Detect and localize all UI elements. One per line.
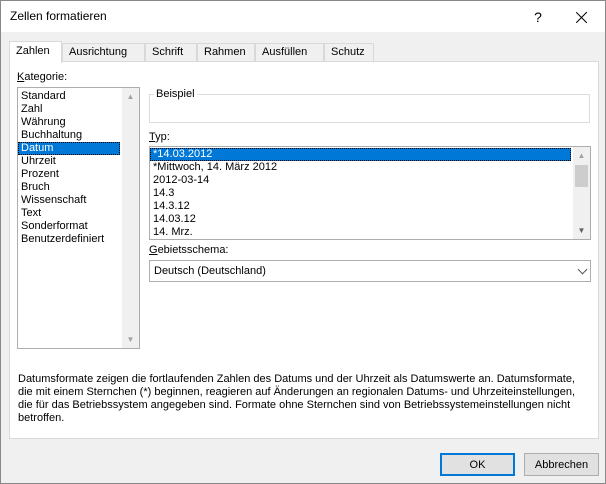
- list-item[interactable]: 14.3.12: [150, 200, 590, 213]
- typ-label: Typ:: [149, 131, 170, 143]
- list-item[interactable]: Währung: [18, 116, 139, 129]
- list-item[interactable]: Sonderformat: [18, 220, 139, 233]
- ok-button[interactable]: OK: [440, 453, 515, 476]
- format-cells-dialog: Zellen formatieren ? Zahlen Ausrichtung …: [0, 0, 606, 484]
- tab-rahmen[interactable]: Rahmen: [197, 43, 255, 62]
- cancel-button[interactable]: Abbrechen: [524, 453, 599, 476]
- list-item[interactable]: Bruch: [18, 181, 139, 194]
- tab-ausfuellen[interactable]: Ausfüllen: [255, 43, 324, 62]
- typ-scrollbar[interactable]: ▲ ▼: [573, 147, 590, 239]
- kategorie-label: Kategorie:: [17, 71, 68, 83]
- tab-panel-zahlen: Kategorie: Standard Zahl Währung Buchhal…: [9, 61, 599, 439]
- list-item[interactable]: Zahl: [18, 103, 139, 116]
- title-bar: Zellen formatieren ?: [1, 1, 605, 32]
- tab-schrift[interactable]: Schrift: [145, 43, 197, 62]
- gebietsschema-dropdown-button[interactable]: [573, 261, 590, 281]
- list-item[interactable]: Text: [18, 207, 139, 220]
- format-description: Datumsformate zeigen die fortlaufenden Z…: [18, 373, 576, 424]
- close-button[interactable]: [559, 1, 605, 32]
- list-item[interactable]: 2012-03-14: [150, 174, 590, 187]
- help-button[interactable]: ?: [515, 1, 561, 32]
- gebietsschema-label: Gebietsschema:: [149, 244, 229, 256]
- typ-list[interactable]: *14.03.2012 *Mittwoch, 14. März 2012 201…: [149, 146, 591, 240]
- list-item-selected[interactable]: Datum: [18, 142, 120, 155]
- list-item[interactable]: Uhrzeit: [18, 155, 139, 168]
- list-item-selected[interactable]: *14.03.2012: [150, 148, 571, 161]
- tab-zahlen[interactable]: Zahlen: [9, 41, 62, 63]
- list-item[interactable]: 14. Mrz.: [150, 226, 590, 239]
- list-item[interactable]: 14.3: [150, 187, 590, 200]
- scroll-down-icon[interactable]: ▼: [573, 222, 590, 239]
- list-item[interactable]: Standard: [18, 90, 139, 103]
- help-icon: ?: [534, 8, 542, 25]
- kategorie-list[interactable]: Standard Zahl Währung Buchhaltung Datum …: [17, 87, 140, 349]
- beispiel-title: Beispiel: [154, 88, 197, 100]
- scroll-up-icon[interactable]: ▲: [573, 147, 590, 164]
- gebietsschema-select[interactable]: Deutsch (Deutschland): [149, 260, 591, 282]
- kategorie-scrollbar[interactable]: ▲ ▼: [122, 88, 139, 348]
- list-item[interactable]: Buchhaltung: [18, 129, 139, 142]
- list-item[interactable]: Prozent: [18, 168, 139, 181]
- list-item[interactable]: Wissenschaft: [18, 194, 139, 207]
- close-icon: [576, 11, 588, 23]
- chevron-down-icon: [577, 264, 587, 274]
- list-item[interactable]: Benutzerdefiniert: [18, 233, 139, 246]
- gebietsschema-value: Deutsch (Deutschland): [154, 265, 266, 277]
- window-title: Zellen formatieren: [10, 9, 107, 23]
- list-item[interactable]: *Mittwoch, 14. März 2012: [150, 161, 590, 174]
- scroll-up-icon[interactable]: ▲: [122, 88, 139, 105]
- tab-schutz[interactable]: Schutz: [324, 43, 374, 62]
- list-item[interactable]: 14.03.12: [150, 213, 590, 226]
- scroll-down-icon[interactable]: ▼: [122, 331, 139, 348]
- scroll-thumb[interactable]: [575, 165, 588, 187]
- tab-ausrichtung[interactable]: Ausrichtung: [62, 43, 145, 62]
- beispiel-groupbox: Beispiel: [149, 88, 590, 123]
